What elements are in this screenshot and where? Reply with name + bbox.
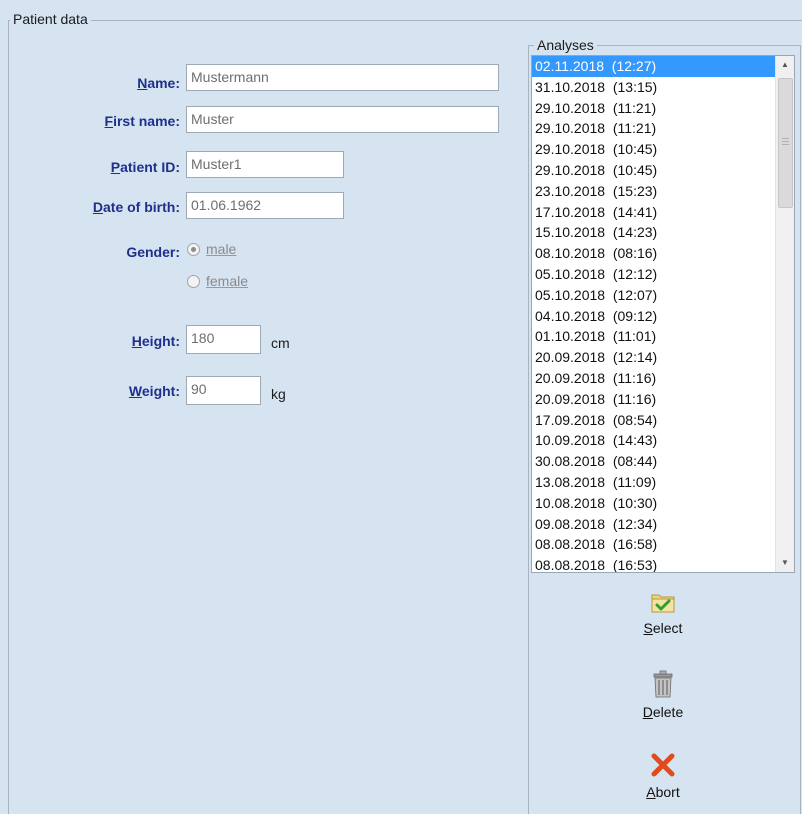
patient-id-field[interactable]: Muster1 (186, 151, 344, 178)
abort-label: Abort (646, 784, 680, 800)
analysis-list-item[interactable]: 15.10.2018 (14:23) (532, 222, 776, 243)
patient-data-title: Patient data (10, 11, 91, 27)
analysis-list-item[interactable]: 17.10.2018 (14:41) (532, 202, 776, 223)
analysis-list-item[interactable]: 01.10.2018 (11:01) (532, 326, 776, 347)
analysis-list-item[interactable]: 08.08.2018 (16:53) (532, 555, 776, 572)
radio-unchecked-icon (187, 274, 200, 288)
analyses-title: Analyses (534, 37, 597, 53)
gender-male-radio[interactable]: male (187, 241, 236, 257)
abort-button[interactable]: Abort (531, 752, 795, 800)
analysis-list-item[interactable]: 05.10.2018 (12:07) (532, 285, 776, 306)
scroll-grip-icon: ― ― ― (782, 135, 789, 148)
weight-unit: kg (271, 386, 286, 402)
analysis-list-item[interactable]: 08.10.2018 (08:16) (532, 243, 776, 264)
select-button[interactable]: Select (531, 590, 795, 636)
analysis-list-item[interactable]: 29.10.2018 (10:45) (532, 139, 776, 160)
height-label: Height: (131, 333, 180, 349)
analysis-list-item[interactable]: 30.08.2018 (08:44) (532, 451, 776, 472)
first-name-label: First name: (104, 113, 180, 129)
analysis-list-item[interactable]: 08.08.2018 (16:58) (532, 534, 776, 555)
select-label: Select (643, 620, 683, 636)
analysis-list-item[interactable]: 29.10.2018 (10:45) (532, 160, 776, 181)
trash-icon (653, 670, 673, 698)
scroll-thumb[interactable]: ― ― ― (778, 78, 793, 208)
analysis-list-item[interactable]: 29.10.2018 (11:21) (532, 118, 776, 139)
name-field[interactable]: Mustermann (186, 64, 499, 91)
name-label: Name: (137, 75, 180, 91)
weight-field[interactable]: 90 (186, 376, 261, 405)
patient-id-label: Patient ID: (110, 159, 180, 175)
analyses-scrollbar[interactable]: ▲ ― ― ― ▼ (775, 56, 794, 572)
analysis-list-item[interactable]: 20.09.2018 (11:16) (532, 368, 776, 389)
analysis-list-item[interactable]: 04.10.2018 (09:12) (532, 306, 776, 327)
folder-check-icon (651, 594, 675, 613)
delete-label: Delete (642, 704, 684, 720)
gender-female-radio[interactable]: female (187, 273, 248, 289)
analysis-list-item[interactable]: 31.10.2018 (13:15) (532, 77, 776, 98)
analysis-list-item[interactable]: 10.08.2018 (10:30) (532, 493, 776, 514)
scroll-up-arrow-icon[interactable]: ▲ (776, 56, 794, 74)
delete-button[interactable]: Delete (531, 670, 795, 720)
dob-field[interactable]: 01.06.1962 (186, 192, 344, 219)
gender-label: Gender: (126, 244, 180, 260)
scroll-down-arrow-icon[interactable]: ▼ (776, 554, 794, 572)
radio-checked-icon (187, 242, 200, 256)
analyses-listbox[interactable]: 02.11.2018 (12:27) 31.10.2018 (13:15) 29.1… (531, 55, 795, 573)
first-name-field[interactable]: Muster (186, 106, 499, 133)
analysis-list-item[interactable]: 29.10.2018 (11:21) (532, 98, 776, 119)
analysis-list-item[interactable]: 17.09.2018 (08:54) (532, 410, 776, 431)
height-field[interactable]: 180 (186, 325, 261, 354)
analysis-list-item[interactable]: 23.10.2018 (15:23) (532, 181, 776, 202)
analysis-list-item[interactable]: 20.09.2018 (11:16) (532, 389, 776, 410)
analysis-list-item[interactable]: 02.11.2018 (12:27) (532, 56, 776, 77)
analysis-list-item[interactable]: 05.10.2018 (12:12) (532, 264, 776, 285)
weight-label: Weight: (128, 383, 180, 399)
analysis-list-item[interactable]: 20.09.2018 (12:14) (532, 347, 776, 368)
analysis-list-item[interactable]: 13.08.2018 (11:09) (532, 472, 776, 493)
height-unit: cm (271, 335, 290, 351)
analyses-list[interactable]: 02.11.2018 (12:27) 31.10.2018 (13:15) 29.1… (532, 56, 776, 572)
analysis-list-item[interactable]: 10.09.2018 (14:43) (532, 430, 776, 451)
red-x-icon (651, 753, 675, 777)
dob-label: Date of birth: (92, 199, 180, 215)
analysis-list-item[interactable]: 09.08.2018 (12:34) (532, 514, 776, 535)
